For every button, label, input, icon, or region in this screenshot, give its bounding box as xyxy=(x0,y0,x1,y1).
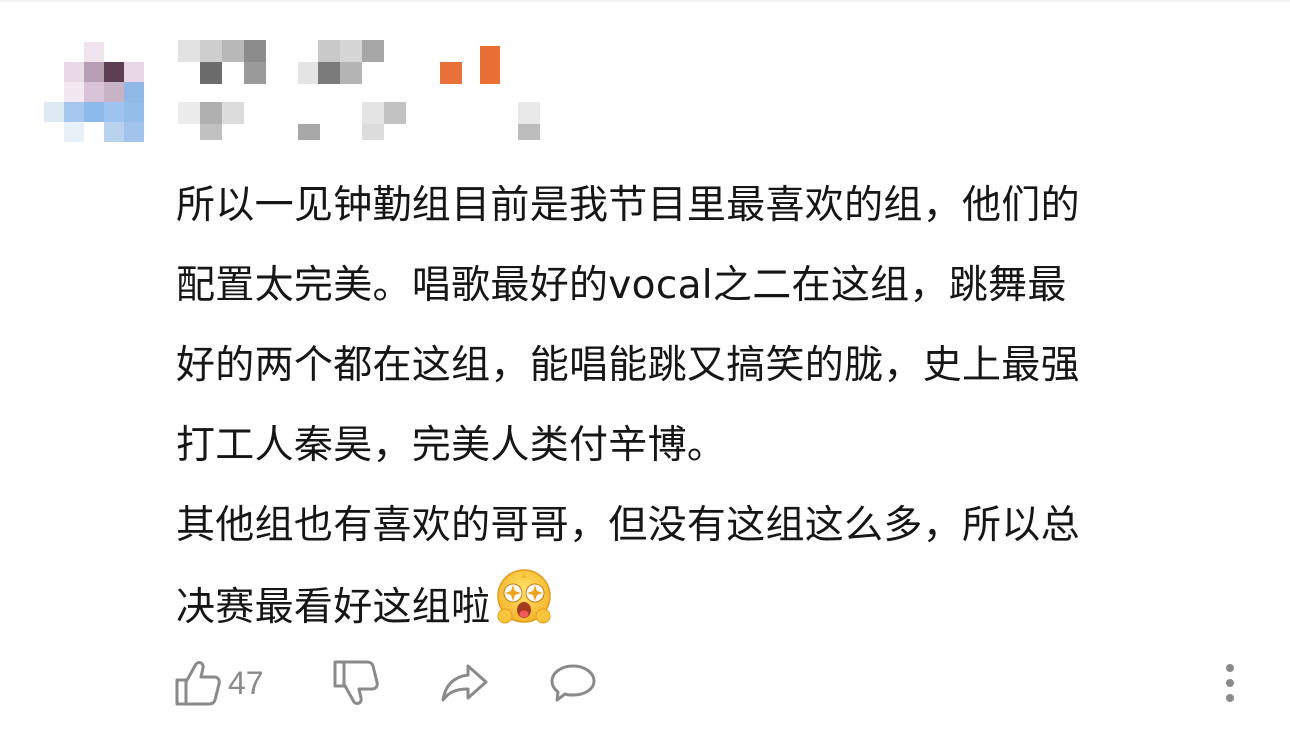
comment-line: 决赛最看好这组啦 xyxy=(176,585,491,630)
comment-text: 所以一见钟勤组目前是我节目里最喜欢的组，他们的 配置太完美。唱歌最好的vocal… xyxy=(176,166,1236,646)
thumbs-up-icon xyxy=(175,661,221,706)
comment-last-line: 决赛最看好这组啦 xyxy=(176,566,1236,646)
comment-line: 所以一见钟勤组目前是我节目里最喜欢的组，他们的 xyxy=(176,183,1080,228)
dislike-button[interactable] xyxy=(332,658,380,708)
comment-line: 打工人秦昊，完美人类付辛博。 xyxy=(176,423,727,468)
like-button[interactable]: 47 xyxy=(174,658,264,708)
thumbs-down-icon xyxy=(333,660,379,705)
more-options-button[interactable] xyxy=(1220,662,1240,706)
avatar[interactable] xyxy=(44,42,148,146)
comment-line: 配置太完美。唱歌最好的vocal之二在这组，跳舞最 xyxy=(176,263,1067,308)
comment-line: 其他组也有喜欢的哥哥，但没有这组这么多，所以总 xyxy=(176,503,1080,548)
more-vertical-icon xyxy=(1226,664,1234,702)
comment-icon xyxy=(550,664,596,702)
action-bar: 47 xyxy=(0,650,1290,720)
reply-button[interactable] xyxy=(548,662,598,704)
comment-line: 好的两个都在这组，能唱能跳又搞笑的胧，史上最强 xyxy=(176,343,1080,388)
comment-card: 所以一见钟勤组目前是我节目里最喜欢的组，他们的 配置太完美。唱歌最好的vocal… xyxy=(0,0,1290,747)
like-count: 47 xyxy=(228,664,264,701)
share-button[interactable] xyxy=(440,662,490,704)
censored-username[interactable] xyxy=(178,40,558,140)
starry-eyed-emoji xyxy=(497,569,552,624)
share-icon xyxy=(441,664,488,702)
divider xyxy=(0,0,1290,2)
